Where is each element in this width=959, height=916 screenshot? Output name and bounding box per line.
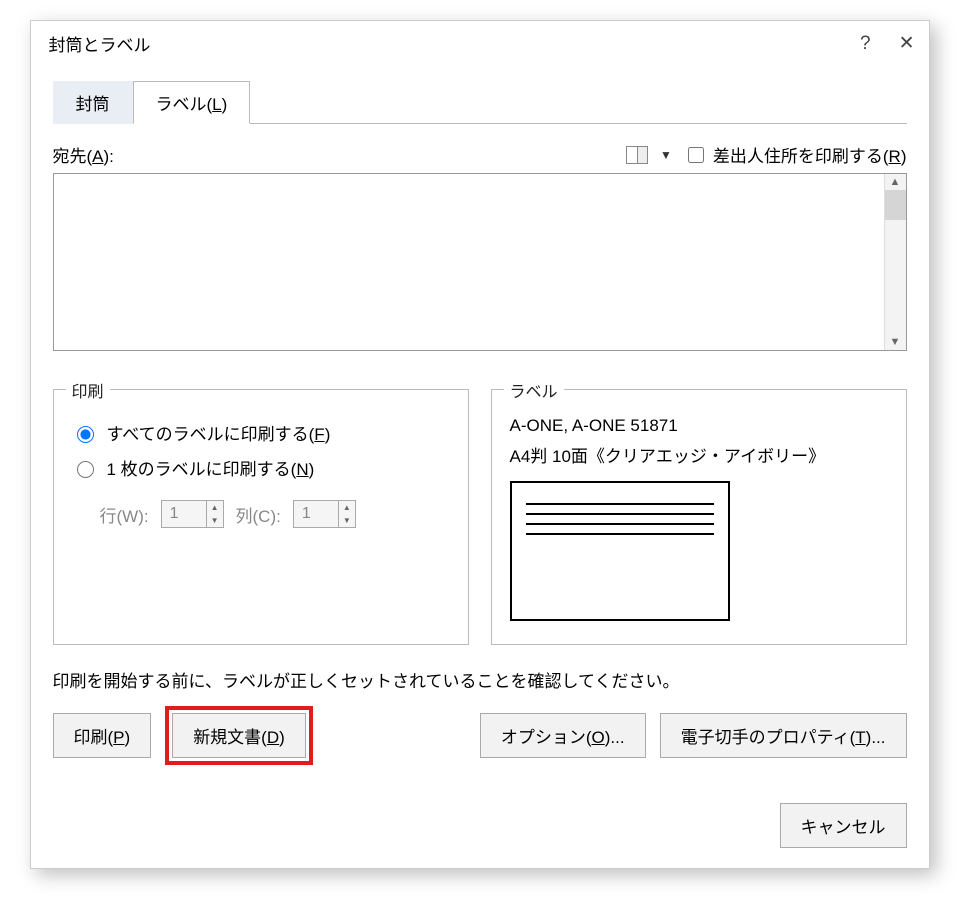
col-up-icon[interactable]: ▲ (339, 501, 355, 514)
chevron-down-icon[interactable]: ▼ (660, 148, 672, 162)
help-icon[interactable]: ? (860, 33, 871, 55)
radio-all-labels[interactable]: すべてのラベルに印刷する(F) (72, 420, 450, 445)
return-address-checkbox[interactable] (688, 147, 704, 163)
envelopes-labels-dialog: 封筒とラベル ? ✕ 封筒 ラベル(L) 宛先(A): ▼ 差出人住所を印 (30, 20, 930, 869)
address-book-icon[interactable] (626, 146, 648, 164)
label-group[interactable]: ラベル A-ONE, A-ONE 51871 A4判 10面《クリアエッジ・アイ… (491, 389, 907, 645)
cancel-button[interactable]: キャンセル (780, 803, 907, 848)
titlebar: 封筒とラベル ? ✕ (31, 21, 929, 66)
col-label: 列(C): (236, 502, 281, 527)
tab-label[interactable]: ラベル(L) (133, 81, 251, 124)
scrollbar[interactable]: ▲ ▼ (884, 174, 906, 350)
new-document-button[interactable]: 新規文書(D) (172, 713, 306, 758)
col-value[interactable] (294, 504, 338, 524)
row-up-icon[interactable]: ▲ (207, 501, 223, 514)
radio-one-input[interactable] (77, 461, 94, 478)
row-label: 行(W): (100, 502, 149, 527)
options-button[interactable]: オプション(O)... (480, 713, 646, 758)
address-label: 宛先(A): (53, 142, 114, 167)
print-button[interactable]: 印刷(P) (53, 713, 152, 758)
row-value[interactable] (162, 504, 206, 524)
address-textarea-wrap: ▲ ▼ (53, 173, 907, 351)
radio-one-label[interactable]: 1 枚のラベルに印刷する(N) (72, 455, 450, 480)
dialog-title: 封筒とラベル (49, 31, 151, 56)
radio-all-input[interactable] (77, 426, 94, 443)
scroll-down-icon[interactable]: ▼ (885, 336, 906, 348)
label-preview-icon (510, 481, 730, 621)
highlight-annotation: 新規文書(D) (165, 706, 313, 765)
col-down-icon[interactable]: ▼ (339, 514, 355, 527)
scroll-thumb[interactable] (885, 190, 906, 220)
address-textarea[interactable] (54, 174, 884, 350)
row-stepper[interactable]: ▲▼ (161, 500, 224, 528)
print-group-title: 印刷 (66, 378, 110, 402)
label-product: A-ONE, A-ONE 51871 (510, 416, 888, 436)
hint-text: 印刷を開始する前に、ラベルが正しくセットされていることを確認してください。 (53, 667, 907, 692)
tab-envelope[interactable]: 封筒 (53, 81, 133, 124)
print-group: 印刷 すべてのラベルに印刷する(F) 1 枚のラベルに印刷する(N) 行(W): (53, 389, 469, 645)
tab-strip: 封筒 ラベル(L) (53, 80, 907, 124)
label-group-title: ラベル (504, 378, 564, 402)
scroll-up-icon[interactable]: ▲ (885, 176, 906, 188)
estamp-properties-button[interactable]: 電子切手のプロパティ(T)... (660, 713, 907, 758)
close-icon[interactable]: ✕ (899, 32, 915, 55)
col-stepper[interactable]: ▲▼ (293, 500, 356, 528)
label-spec: A4判 10面《クリアエッジ・アイボリー》 (510, 442, 888, 467)
row-down-icon[interactable]: ▼ (207, 514, 223, 527)
return-address-check[interactable]: 差出人住所を印刷する(R) (684, 142, 907, 167)
